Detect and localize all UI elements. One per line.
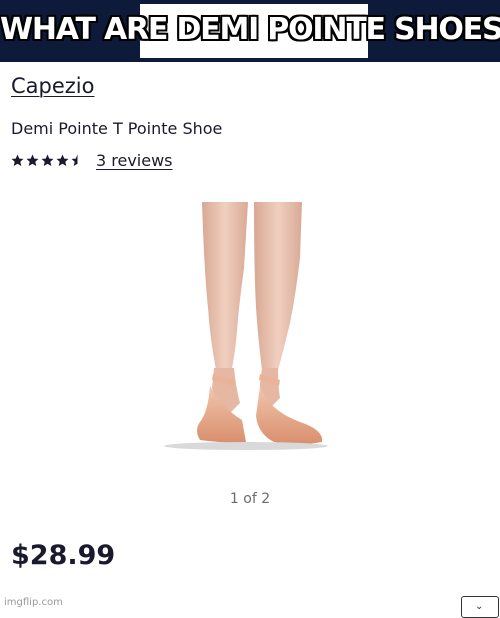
watermark: imgflip.com	[4, 597, 63, 608]
chevron-down-icon: ⌄	[475, 601, 484, 612]
gallery-pager: 1 of 2	[229, 491, 271, 507]
star-rating	[11, 154, 84, 167]
star-full-icon	[11, 154, 24, 166]
rating-row: 3 reviews	[11, 148, 173, 172]
star-half-icon	[71, 154, 84, 166]
star-full-icon	[26, 154, 39, 166]
dropdown-toggle[interactable]: ⌄	[461, 596, 499, 618]
product-price: $28.99	[11, 540, 116, 571]
product-image[interactable]	[150, 198, 340, 458]
star-full-icon	[41, 154, 54, 166]
meme-caption: WHAT ARE DEMI POINTE SHOES?	[0, 12, 500, 47]
product-title: Demi Pointe T Pointe Shoe	[11, 119, 223, 138]
star-full-icon	[56, 154, 69, 166]
brand-link[interactable]: Capezio	[11, 74, 95, 98]
ballet-legs-pointe-shoes-image	[164, 202, 328, 450]
reviews-link[interactable]: 3 reviews	[96, 151, 173, 170]
